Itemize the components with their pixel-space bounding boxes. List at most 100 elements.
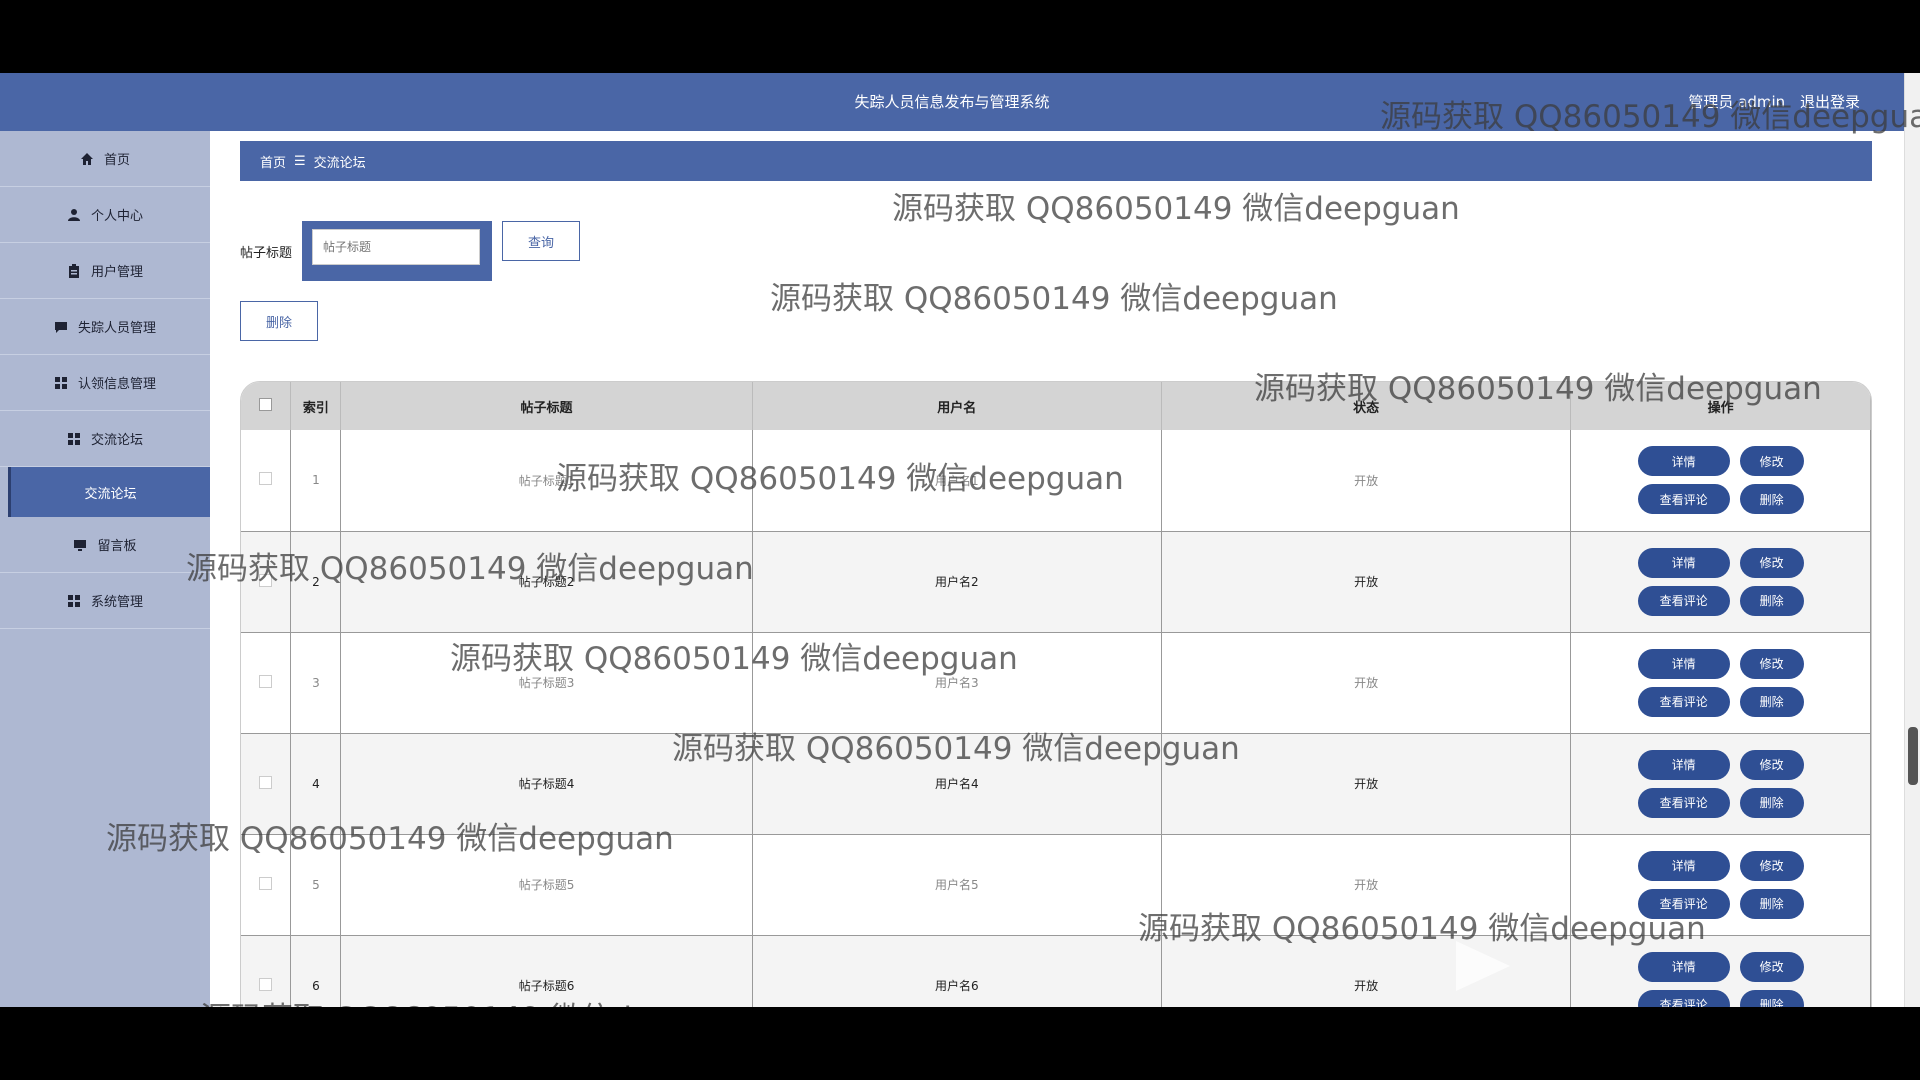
table-row: 3 帖子标题3 用户名3 开放 详情 修改 查看评论 删除 [241,632,1871,734]
page-scrollbar[interactable] [1904,73,1920,1007]
table-header-row: 索引 帖子标题 用户名 状态 操作 [241,382,1871,430]
cell-status: 开放 [1161,531,1572,633]
row-checkbox[interactable] [259,573,273,587]
sidebar-item-system[interactable]: 系统管理 [0,573,210,629]
delete-button[interactable]: 删除 [1739,787,1804,818]
row-checkbox[interactable] [259,775,273,789]
app-screen: 失踪人员信息发布与管理系统 管理员 admin 退出登录 首页 个人中心 用户管… [0,73,1920,1007]
cell-index: 2 [290,531,342,633]
sidebar-item-label: 留言板 [97,539,137,554]
column-header: 帖子标题 [340,382,753,430]
sidebar-item-missing[interactable]: 失踪人员管理 [0,299,210,355]
cell-actions: 详情 修改 查看评论 删除 [1570,531,1871,633]
edit-button[interactable]: 修改 [1739,547,1804,578]
cell-title: 帖子标题1 [340,430,753,532]
view-comments-button[interactable]: 查看评论 [1637,787,1730,818]
cell-index: 4 [290,733,342,835]
cell-actions: 详情 修改 查看评论 删除 [1570,935,1871,1007]
row-actions: 详情 修改 查看评论 删除 [1571,446,1870,515]
breadcrumb-home[interactable]: 首页 [260,152,286,171]
cell-title: 帖子标题5 [340,834,753,936]
sidebar-item-forum[interactable]: 交流论坛 [0,411,210,467]
detail-button[interactable]: 详情 [1637,648,1730,679]
scrollbar-thumb[interactable] [1908,727,1918,785]
sidebar-item-label: 失踪人员管理 [77,321,156,336]
delete-button[interactable]: 删除 [1739,888,1804,919]
column-header: 状态 [1161,382,1572,430]
row-checkbox-cell [241,430,292,532]
row-checkbox[interactable] [259,472,273,486]
forum-table: 索引 帖子标题 用户名 状态 操作 1 帖子标题1 用户名1 开放 详情 修改 … [240,381,1872,1007]
select-all-checkbox[interactable] [259,397,273,411]
detail-button[interactable]: 详情 [1637,850,1730,881]
row-checkbox-cell [241,834,292,936]
delete-button[interactable]: 删除 [1739,686,1804,717]
search-input-wrapper [302,221,493,281]
cell-username: 用户名4 [752,733,1162,835]
app-title: 失踪人员信息发布与管理系统 [854,93,1050,111]
search-input[interactable] [312,229,481,265]
cell-title: 帖子标题2 [340,531,753,633]
detail-button[interactable]: 详情 [1637,951,1730,982]
view-comments-button[interactable]: 查看评论 [1637,888,1730,919]
delete-button[interactable]: 删除 [1739,989,1804,1007]
edit-button[interactable]: 修改 [1739,951,1804,982]
chat-icon [54,320,68,334]
column-header: 用户名 [752,382,1162,430]
row-actions: 详情 修改 查看评论 删除 [1571,951,1870,1007]
sidebar-item-profile[interactable]: 个人中心 [0,187,210,243]
sidebar-item-label: 首页 [103,153,130,168]
sidebar-item-claims[interactable]: 认领信息管理 [0,355,210,411]
edit-button[interactable]: 修改 [1739,648,1804,679]
clipboard-icon [67,263,81,278]
row-actions: 详情 修改 查看评论 删除 [1571,850,1870,919]
user-area: 管理员 admin 退出登录 [1678,91,1860,112]
sidebar-item-label: 交流论坛 [90,433,143,448]
search-label: 帖子标题 [240,245,293,261]
cell-title: 帖子标题6 [340,935,753,1007]
search-button[interactable]: 查询 [502,221,581,261]
cell-username: 用户名2 [752,531,1162,633]
sidebar-item-label: 系统管理 [90,595,143,610]
view-comments-button[interactable]: 查看评论 [1637,484,1730,515]
cell-username: 用户名1 [752,430,1162,532]
edit-button[interactable]: 修改 [1739,850,1804,881]
sidebar-item-users[interactable]: 用户管理 [0,243,210,299]
row-checkbox[interactable] [259,977,273,991]
column-header: 索引 [290,382,342,430]
cell-username: 用户名5 [752,834,1162,936]
view-comments-button[interactable]: 查看评论 [1637,585,1730,616]
cell-status: 开放 [1161,834,1572,936]
view-comments-button[interactable]: 查看评论 [1637,686,1730,717]
cell-actions: 详情 修改 查看评论 删除 [1570,632,1871,734]
user-label: 管理员 admin [1688,93,1786,111]
user-icon [67,208,81,222]
cell-status: 开放 [1161,632,1572,734]
cell-actions: 详情 修改 查看评论 删除 [1570,834,1871,936]
detail-button[interactable]: 详情 [1637,749,1730,780]
row-checkbox[interactable] [259,876,273,890]
search-form: 帖子标题 查询 [240,221,581,281]
sidebar-item-home[interactable]: 首页 [0,131,210,187]
breadcrumb: 首页 ☰ 交流论坛 [240,141,1872,181]
edit-button[interactable]: 修改 [1739,749,1804,780]
detail-button[interactable]: 详情 [1637,446,1730,477]
cell-index: 1 [290,430,342,532]
edit-button[interactable]: 修改 [1739,446,1804,477]
top-bar: 失踪人员信息发布与管理系统 管理员 admin 退出登录 [0,73,1904,131]
batch-delete-button[interactable]: 删除 [240,301,318,341]
table-row: 1 帖子标题1 用户名1 开放 详情 修改 查看评论 删除 [241,430,1871,532]
column-header: 操作 [1570,382,1871,430]
select-all-cell [241,382,292,430]
sidebar-subitem-forum[interactable]: 交流论坛 [8,467,210,517]
view-comments-button[interactable]: 查看评论 [1637,989,1730,1007]
logout-link[interactable]: 退出登录 [1800,93,1860,111]
grid-icon [67,432,81,446]
main-content: 首页 ☰ 交流论坛 帖子标题 查询 删除 索引 帖子标题 [210,131,1904,1007]
delete-button[interactable]: 删除 [1739,484,1804,515]
delete-button[interactable]: 删除 [1739,585,1804,616]
row-checkbox[interactable] [259,674,273,688]
sidebar-item-messages[interactable]: 留言板 [0,517,210,573]
detail-button[interactable]: 详情 [1637,547,1730,578]
monitor-icon [73,538,87,552]
